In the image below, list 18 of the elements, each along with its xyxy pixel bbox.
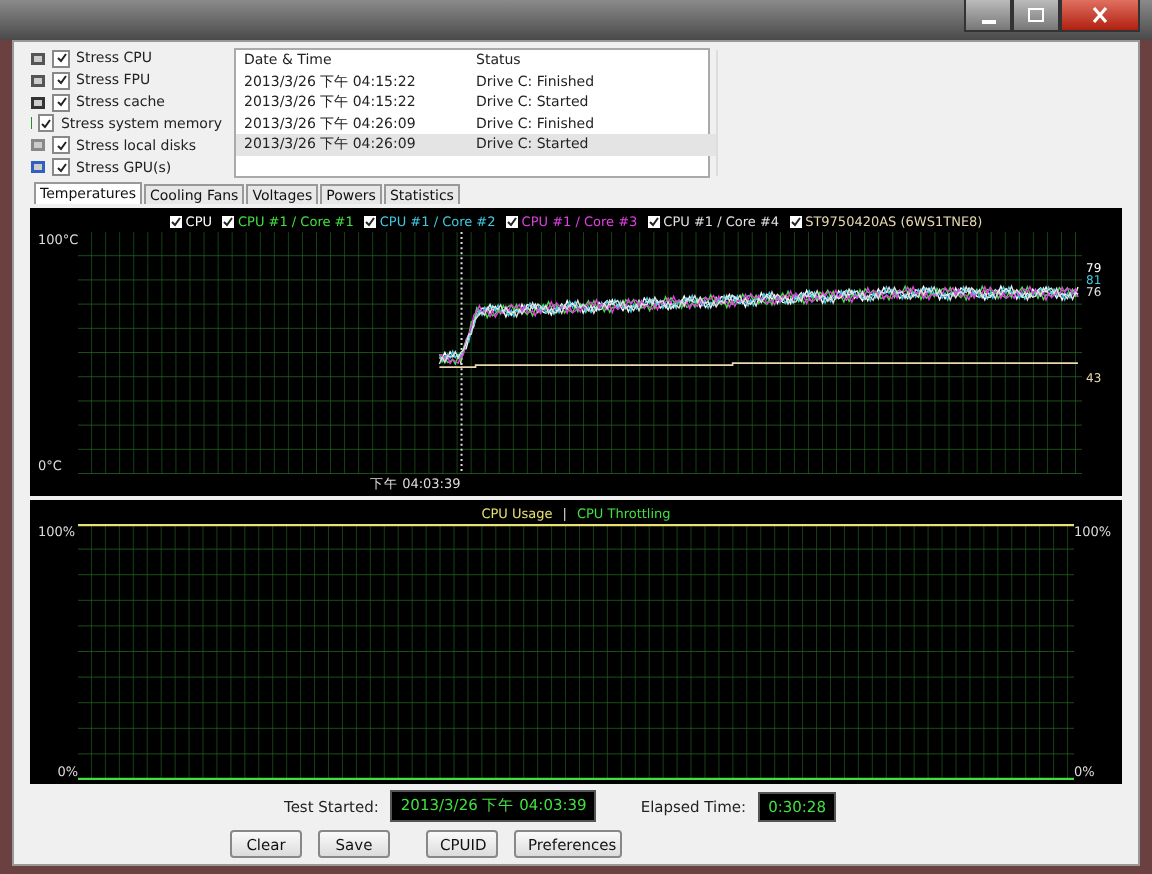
checkbox[interactable]	[52, 71, 70, 90]
close-icon	[1088, 4, 1112, 26]
minimize-button[interactable]	[964, 0, 1012, 32]
checkbox[interactable]	[52, 158, 70, 177]
close-button[interactable]	[1060, 0, 1140, 32]
checkbox[interactable]	[52, 93, 70, 112]
maximize-button[interactable]	[1012, 0, 1060, 32]
checkbox[interactable]	[38, 114, 55, 133]
checkbox[interactable]	[52, 49, 70, 68]
checkbox[interactable]	[789, 216, 802, 228]
checkbox[interactable]	[222, 216, 234, 228]
minimize-icon	[981, 19, 995, 23]
checkbox[interactable]	[647, 216, 660, 228]
maximize-icon	[1024, 4, 1048, 26]
checkbox[interactable]	[505, 216, 518, 228]
checkbox[interactable]	[363, 216, 376, 228]
checkbox[interactable]	[169, 216, 182, 228]
checkbox[interactable]	[52, 136, 70, 155]
